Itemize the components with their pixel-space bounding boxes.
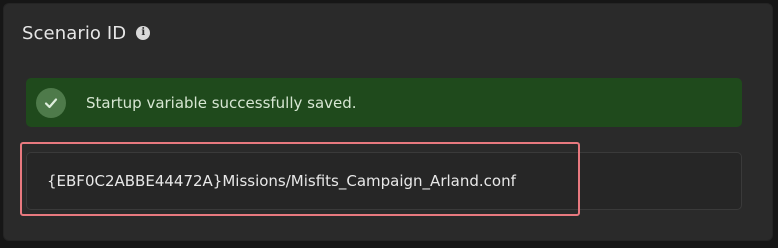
alert-message: Startup variable successfully saved. bbox=[86, 93, 357, 112]
scenario-id-value[interactable]: {EBF0C2ABBE44472A}Missions/Misfits_Campa… bbox=[47, 172, 516, 190]
success-alert: Startup variable successfully saved. bbox=[26, 78, 742, 127]
scenario-id-field[interactable]: {EBF0C2ABBE44472A}Missions/Misfits_Campa… bbox=[26, 152, 742, 210]
panel-header: Scenario ID i bbox=[22, 21, 151, 45]
info-icon[interactable]: i bbox=[136, 26, 151, 40]
panel-title: Scenario ID bbox=[22, 22, 127, 44]
check-circle-icon bbox=[36, 87, 66, 118]
